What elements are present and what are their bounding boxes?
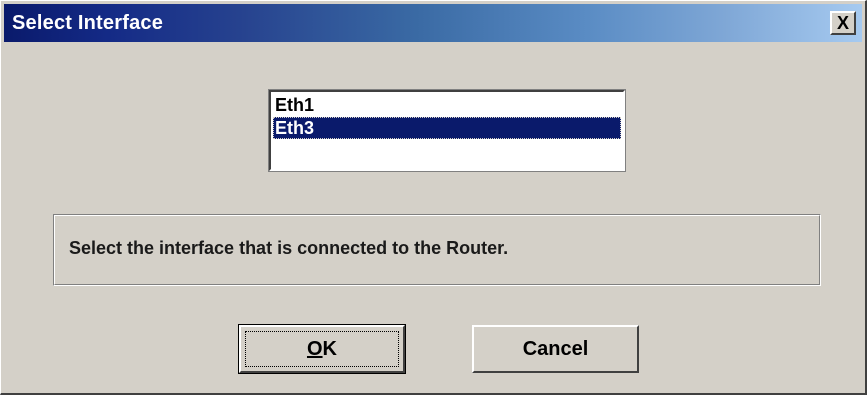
cancel-button-label: Cancel <box>522 337 589 360</box>
list-item-eth1[interactable]: Eth1 <box>273 94 621 116</box>
message-panel: Select the interface that is connected t… <box>53 214 821 286</box>
window-title: Select Interface <box>12 12 164 34</box>
title-bar[interactable]: Select Interface X <box>4 4 862 42</box>
message-panel-inner: Select the interface that is connected t… <box>54 215 820 285</box>
close-icon: X <box>836 13 849 33</box>
instruction-text: Select the interface that is connected t… <box>69 238 509 258</box>
list-item-label: Eth3 <box>275 118 315 138</box>
list-item-eth3[interactable]: Eth3 <box>273 117 621 139</box>
select-interface-dialog: Select Interface X Eth1 Eth3 Select the … <box>0 0 867 395</box>
list-item-label: Eth1 <box>275 95 315 115</box>
ok-button[interactable]: OK <box>238 324 406 374</box>
focus-rectangle <box>245 331 399 367</box>
interface-listbox[interactable]: Eth1 Eth3 <box>268 89 626 172</box>
close-button[interactable]: X <box>830 11 856 35</box>
cancel-button[interactable]: Cancel <box>472 325 639 373</box>
